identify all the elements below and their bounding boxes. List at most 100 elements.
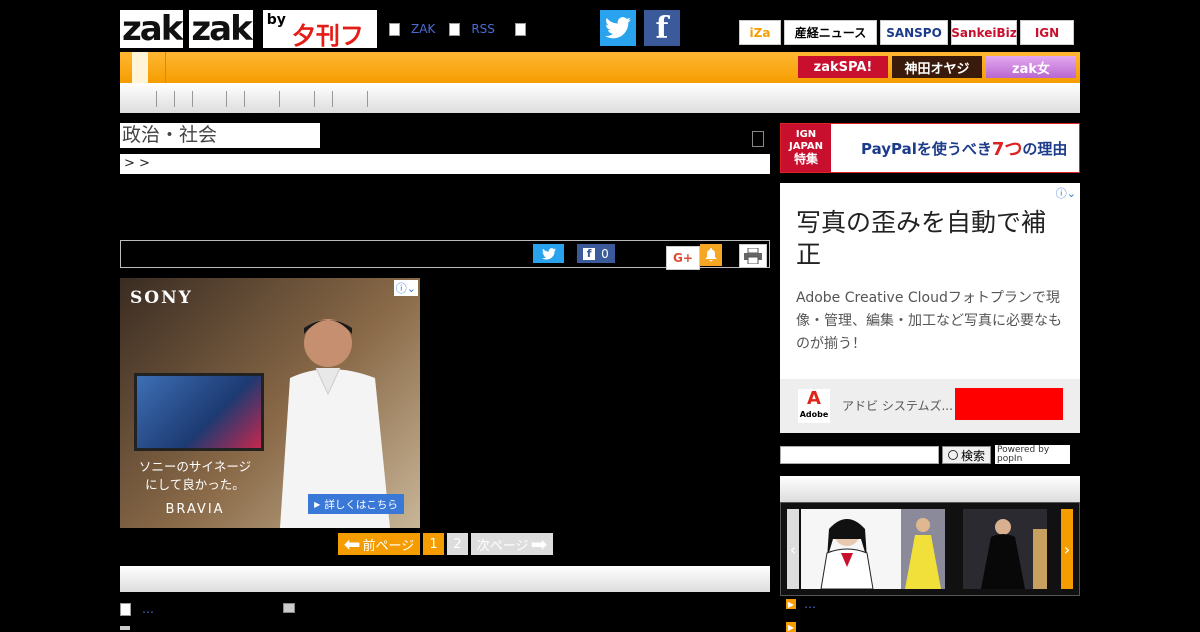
broken-image-icon — [120, 602, 131, 616]
font-size-toggle[interactable] — [752, 131, 764, 147]
partner-iza[interactable]: iZa — [739, 20, 781, 45]
category-nav-bar — [120, 83, 1080, 113]
sony-cta-button[interactable]: ▶ 詳しくはこちら — [308, 494, 404, 514]
ad-adobe-photo[interactable]: ⓘ⌄ 写真の歪みを自動で補正 Adobe Creative Cloudフォトプラ… — [780, 183, 1080, 433]
photo-gallery: ‹ › — [780, 502, 1080, 596]
print-icon[interactable] — [739, 244, 767, 268]
search-icon — [947, 450, 958, 460]
share-twitter-button[interactable] — [533, 244, 564, 263]
pagination: ⬅ 前ページ 1 2 次ページ ➡ — [338, 532, 553, 556]
adobe-advertiser: アドビ システムズ... — [842, 399, 953, 413]
search-input[interactable] — [780, 446, 939, 464]
adobe-a-icon: A — [807, 388, 821, 409]
page-1-button[interactable]: 1 — [423, 533, 444, 555]
share-facebook-button[interactable]: f 0 — [577, 244, 615, 263]
photo-gallery-header — [780, 476, 1080, 502]
partner-label: iZa — [749, 25, 771, 40]
gallery-photo[interactable] — [901, 509, 945, 589]
adobe-logo: A Adobe — [798, 389, 830, 423]
gallery-caption-text: … — [804, 597, 816, 611]
category-title: 政治・社会 — [120, 123, 320, 148]
broken-image-icon — [389, 22, 400, 36]
top-links: ZAK RSS — [389, 22, 529, 36]
sony-logo: SONY — [130, 288, 193, 308]
nav-item[interactable] — [279, 91, 314, 107]
partner-sankei-news[interactable]: 産経ニュース — [784, 20, 877, 45]
partner-ign[interactable]: IGN — [1020, 20, 1074, 45]
page-2-button[interactable]: 2 — [447, 533, 468, 555]
bell-glyph-icon — [705, 248, 717, 262]
adobe-ad-description: Adobe Creative Cloudフォトプランで現像・管理、編集・加工など… — [796, 290, 1062, 352]
ad-tv-image — [134, 373, 264, 451]
nav-item[interactable] — [156, 91, 174, 107]
adobe-ad-title: 写真の歪みを自動で補正 — [796, 208, 1047, 269]
adobe-ad-footer: A Adobe アドビ システムズ... — [780, 379, 1080, 433]
ad-info-icon[interactable]: ⓘ⌄ — [393, 280, 418, 296]
ad-ign-paypal[interactable]: IGN JAPAN 特集 PayPalを使うべき 7つ の理由 — [780, 123, 1080, 173]
banner-zak-onna[interactable]: zak女 — [986, 56, 1076, 78]
nav-item[interactable] — [367, 91, 385, 107]
partner-links: iZa 産経ニュース SANSPO SankeiBiz IGN — [739, 20, 1074, 45]
logo-by-text: by — [266, 12, 286, 28]
nav-item[interactable] — [174, 91, 192, 107]
ad-info-icon[interactable]: ⓘ⌄ — [1053, 185, 1078, 201]
partner-sankeibiz[interactable]: SankeiBiz — [951, 20, 1017, 45]
link-zak[interactable]: ZAK — [411, 22, 435, 36]
chevron-left-icon[interactable]: ‹ — [787, 509, 799, 589]
share-google-plus-button[interactable]: G+ — [666, 246, 700, 270]
adobe-cta-button[interactable] — [955, 388, 1063, 420]
gallery-photo[interactable] — [963, 509, 1047, 589]
banner-kanda-oyaji[interactable]: 神田オヤジ — [892, 56, 982, 78]
partner-sanspo[interactable]: SANSPO — [880, 20, 948, 45]
breadcrumb[interactable]: > > — [120, 154, 770, 174]
ign-headline-b: の理由 — [1022, 139, 1068, 158]
ign-headline-num: 7つ — [991, 139, 1023, 160]
next-page-button[interactable]: 次ページ ➡ — [471, 532, 553, 556]
partner-label: 産経ニュース — [794, 26, 867, 40]
bell-icon[interactable] — [700, 244, 722, 266]
link-rss[interactable]: RSS — [471, 22, 495, 36]
facebook-glyph: f — [655, 10, 669, 46]
gallery-caption-link[interactable]: ▶ — [786, 622, 796, 632]
nav-item[interactable] — [192, 91, 226, 107]
gallery-caption-link[interactable]: ▶ … — [786, 597, 816, 611]
nav-item[interactable] — [332, 91, 367, 107]
copy-line-1: ソニーのサイネージ — [138, 459, 252, 474]
twitter-icon — [541, 247, 556, 260]
broken-image-icon — [449, 22, 461, 36]
related-article-title: … — [142, 602, 154, 616]
logo-text-b: zak — [191, 9, 252, 49]
ign-headline-a: PayPalを使うべき — [861, 139, 992, 158]
popin-badge[interactable]: Powered by popIn — [995, 445, 1070, 464]
related-article-link[interactable]: … — [120, 602, 154, 616]
twitter-bird-icon — [605, 17, 631, 39]
nav-divider — [165, 52, 166, 83]
chevron-right-icon[interactable]: › — [1061, 509, 1073, 589]
gallery-photo[interactable] — [801, 509, 901, 589]
banner-zak-spa[interactable]: zakSPA! — [798, 56, 888, 78]
banner-label: zakSPA! — [813, 59, 873, 75]
partner-label: IGN — [1034, 25, 1060, 40]
play-icon: ▶ — [314, 499, 321, 509]
arrow-left-icon: ⬅ — [343, 532, 361, 556]
search-button[interactable]: 検索 — [942, 446, 991, 464]
printer-glyph-icon — [744, 248, 762, 264]
prev-page-button[interactable]: ⬅ 前ページ — [338, 532, 420, 556]
copy-line-2: にして良かった。 — [145, 477, 245, 492]
related-article-link[interactable] — [120, 626, 130, 630]
arrow-right-icon: ➡ — [530, 532, 548, 556]
prev-label: 前ページ — [362, 538, 415, 554]
nav-tab-home[interactable] — [132, 52, 148, 83]
facebook-icon[interactable]: f — [644, 10, 680, 46]
nav-item[interactable] — [314, 91, 332, 107]
twitter-icon[interactable] — [600, 10, 636, 46]
nav-item[interactable] — [244, 91, 279, 107]
site-logo[interactable]: zak zak by 夕刊フジ — [120, 9, 386, 85]
next-label: 次ページ — [476, 538, 529, 554]
ign-headline: PayPalを使うべき 7つ の理由 — [831, 124, 1079, 172]
ign-line-1: IGN — [795, 129, 817, 140]
logo-yukan-fuji: by 夕刊フジ — [262, 10, 377, 85]
nav-item[interactable] — [226, 91, 244, 107]
ad-sony-bravia[interactable]: SONY ⓘ⌄ ソニーのサイネージ にして良かった。 BRAVIA ▶ 詳しくは… — [120, 278, 420, 528]
ign-japan-badge: IGN JAPAN 特集 — [781, 124, 831, 172]
